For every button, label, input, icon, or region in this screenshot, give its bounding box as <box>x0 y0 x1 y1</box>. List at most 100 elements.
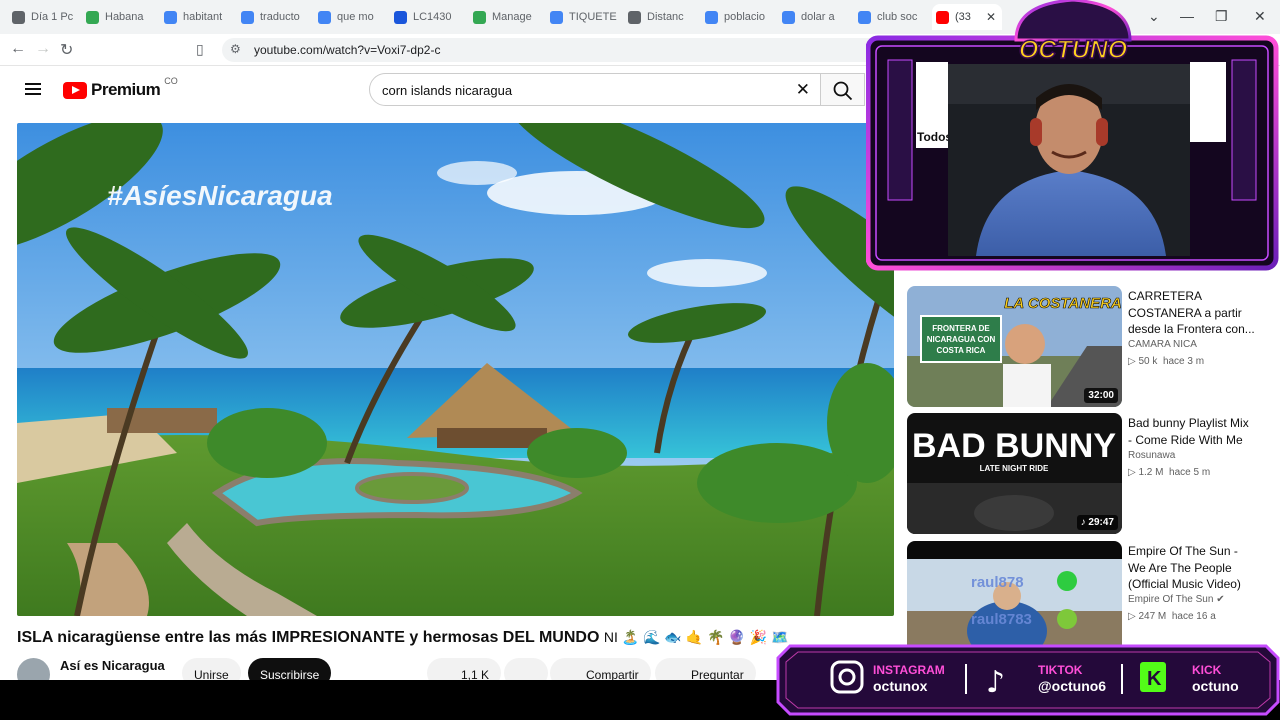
tiktok-icon: ♪ <box>986 665 1005 700</box>
kick-label: KICK <box>1192 663 1222 677</box>
browser-tab[interactable]: Día 1 Pc <box>8 6 82 28</box>
tiktok-label: TIKTOK <box>1038 663 1083 677</box>
browser-tab[interactable]: traducto <box>237 6 314 28</box>
dislike-button[interactable] <box>504 658 548 680</box>
tab-label: TIQUETE <box>569 11 617 23</box>
menu-icon[interactable] <box>25 83 41 95</box>
omnibox[interactable]: ⚙ youtube.com/watch?v=Voxi7-dp2-c <box>222 38 882 62</box>
tab-label: LC1430 <box>413 11 452 23</box>
video-overlay-hashtag: #AsíesNicaragua <box>107 180 333 211</box>
view-count: 1.2 M <box>1138 467 1164 478</box>
tab-favicon-icon <box>550 10 563 24</box>
youtube-premium-logo[interactable]: Premium CO <box>63 76 178 100</box>
video-duration: ♪ 29:47 <box>1076 515 1118 530</box>
back-icon[interactable]: ← <box>10 40 26 58</box>
youtube-play-icon <box>63 81 87 99</box>
video-title: ISLA nicaragüense entre las más IMPRESIO… <box>17 629 788 647</box>
channel-row: Así es Nicaragua Unirse Suscribirse 1,1 … <box>17 656 877 680</box>
clear-search-icon[interactable]: ✕ <box>796 80 810 100</box>
browser-tab[interactable]: LC1430 <box>390 6 469 28</box>
webcam-frame: Todos OCTUNO <box>865 0 1279 271</box>
recommendation-title[interactable]: CARRETERA COSTANERA a partir desde la Fr… <box>1128 288 1256 338</box>
tab-label: poblacio <box>724 11 765 23</box>
tab-favicon-icon <box>12 10 25 24</box>
like-button[interactable]: 1,1 K <box>427 658 502 680</box>
tab-label: dolar a <box>801 11 835 23</box>
channel-avatar[interactable] <box>17 658 50 680</box>
social-banner: INSTAGRAM octunox ♪ TIKTOK @octuno6 K KI… <box>776 644 1280 716</box>
ask-button[interactable]: Preguntar <box>655 658 756 680</box>
verified-icon: ✔ <box>1216 594 1225 605</box>
recommendation-channel[interactable]: Rosunawa <box>1128 450 1175 461</box>
search-input[interactable] <box>382 81 772 99</box>
thumb-chat-overlay: raul8783 <box>971 611 1032 628</box>
svg-text:K: K <box>1147 668 1162 690</box>
thumb-subheadline: LATE NIGHT RIDE <box>980 464 1049 473</box>
join-button[interactable]: Unirse <box>182 658 241 680</box>
country-code: CO <box>164 76 178 86</box>
search-button[interactable] <box>821 73 865 106</box>
tab-favicon-icon <box>705 10 718 24</box>
upload-age: hace 16 a <box>1171 611 1216 622</box>
channel-name[interactable]: Así es Nicaragua <box>60 658 165 673</box>
browser-tab[interactable]: Manage <box>469 6 546 28</box>
thumb-chat-overlay: raul878 <box>971 574 1024 591</box>
tab-favicon-icon <box>628 10 641 24</box>
recommendation-title[interactable]: Bad bunny Playlist Mix - Come Ride With … <box>1128 415 1256 448</box>
recommendation-title[interactable]: Empire Of The Sun - We Are The People (O… <box>1128 543 1256 593</box>
bookmark-icon[interactable]: ▯ <box>196 41 204 58</box>
recommendation-channel[interactable]: CAMARA NICA <box>1128 339 1197 350</box>
tab-favicon-icon <box>241 10 254 24</box>
view-count: 50 k <box>1138 356 1158 367</box>
recommendation-item[interactable]: FRONTERA DE NICARAGUA CON COSTA RICA LA … <box>907 286 1267 408</box>
tiktok-handle: @octuno6 <box>1038 678 1106 694</box>
upload-age: hace 3 m <box>1162 356 1205 367</box>
svg-text:COSTA RICA: COSTA RICA <box>937 346 986 355</box>
svg-text:NICARAGUA CON: NICARAGUA CON <box>927 335 996 344</box>
site-info-icon[interactable]: ⚙ <box>230 42 241 56</box>
tab-favicon-icon <box>394 10 407 24</box>
tab-favicon-icon <box>86 10 99 24</box>
browser-tab[interactable]: que mo <box>314 6 390 28</box>
reload-icon[interactable]: ↻ <box>60 40 73 60</box>
share-button[interactable]: Compartir <box>550 658 651 680</box>
webcam-overlay: Todos OCTUNO <box>865 0 1280 272</box>
browser-tab[interactable]: poblacio <box>701 6 778 28</box>
video-title-emojis: NI 🏝️ 🌊 🐟 🤙 🌴 🔮 🎉 🗺️ <box>603 629 789 645</box>
video-thumbnail[interactable]: FRONTERA DE NICARAGUA CON COSTA RICA LA … <box>907 286 1122 407</box>
forward-icon[interactable]: → <box>35 40 51 58</box>
svg-text:FRONTERA DE: FRONTERA DE <box>932 324 990 333</box>
streamer-brand: OCTUNO <box>1019 36 1128 64</box>
browser-tab[interactable]: TIQUETE <box>546 6 624 28</box>
recommendation-meta: ▷ 50 k hace 3 m <box>1128 356 1205 367</box>
search-icon <box>833 81 853 101</box>
thumb-headline: BAD BUNNY <box>912 427 1116 465</box>
kick-handle: octuno <box>1192 678 1239 694</box>
search-box[interactable]: ✕ <box>369 73 821 106</box>
video-frame: #AsíesNicaragua <box>17 123 894 616</box>
tab-label: Día 1 Pc <box>31 11 74 23</box>
browser-tab[interactable]: dolar a <box>778 6 854 28</box>
tab-favicon-icon <box>318 10 331 24</box>
tab-label: habitant <box>183 11 223 23</box>
tab-favicon-icon <box>782 10 795 24</box>
logo-text: Premium <box>91 80 161 99</box>
view-count: 247 M <box>1138 611 1167 622</box>
browser-tab[interactable]: habitant <box>160 6 237 28</box>
url-text[interactable]: youtube.com/watch?v=Voxi7-dp2-c <box>254 43 440 57</box>
recommendation-channel[interactable]: Empire Of The Sun ✔ <box>1128 594 1225 605</box>
video-thumbnail[interactable]: BAD BUNNY LATE NIGHT RIDE ♪ 29:47 <box>907 413 1122 534</box>
instagram-label: INSTAGRAM <box>873 663 945 677</box>
recommendation-meta: ▷ 247 M hace 16 a <box>1128 611 1216 622</box>
tab-favicon-icon <box>473 10 486 24</box>
subscribe-button[interactable]: Suscribirse <box>248 658 332 680</box>
video-title-text: ISLA nicaragüense entre las más IMPRESIO… <box>17 629 600 646</box>
upload-age: hace 5 m <box>1169 467 1211 478</box>
tab-label: Distanc <box>647 11 684 23</box>
recommendation-item[interactable]: BAD BUNNY LATE NIGHT RIDE ♪ 29:47 Bad bu… <box>907 413 1267 535</box>
browser-tab[interactable]: Habana <box>82 6 160 28</box>
browser-tab[interactable]: Distanc <box>624 6 701 28</box>
recommendation-meta: ▷ 1.2 M hace 5 m <box>1128 467 1211 478</box>
cam-background-text: Todos <box>917 130 952 144</box>
video-player[interactable]: #AsíesNicaragua <box>17 123 894 616</box>
